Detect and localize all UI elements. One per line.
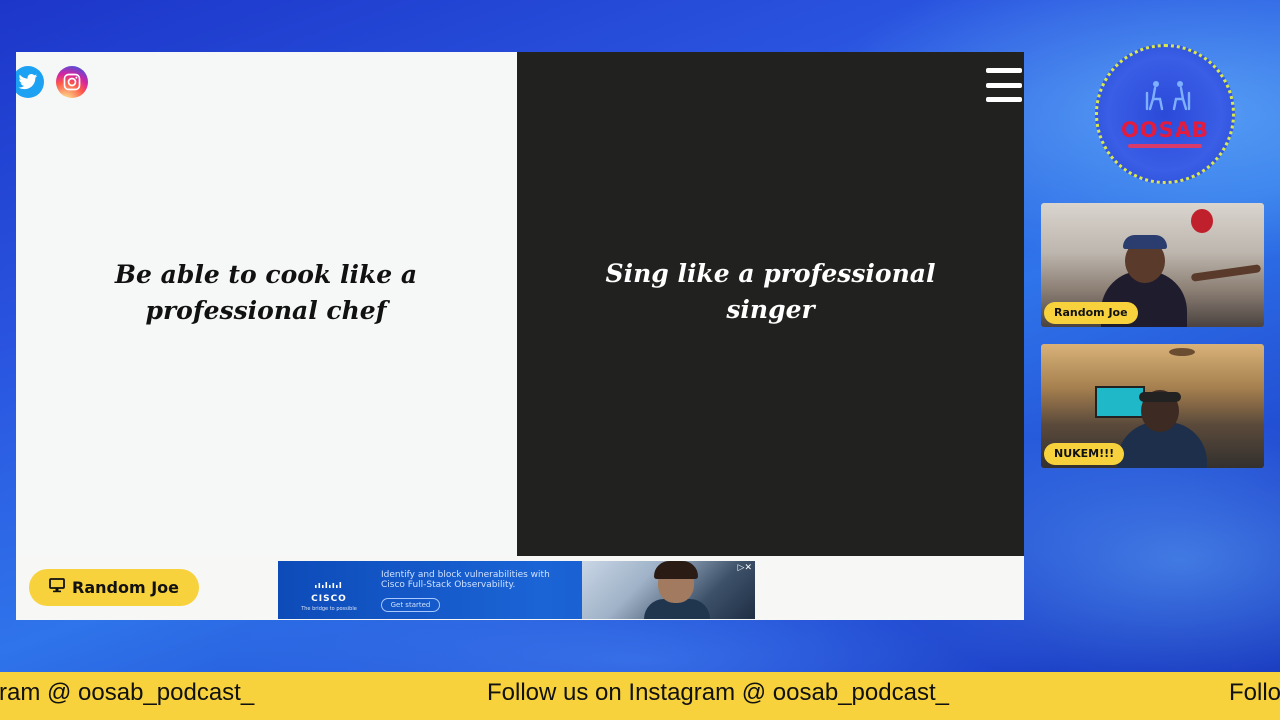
option-card-right[interactable]: Sing like a professional singer	[517, 52, 1024, 556]
camera-label-2: NUKEM!!!	[1044, 443, 1125, 465]
ad-brand: CISCO The bridge to possible	[294, 575, 364, 612]
camera-label-1: Random Joe	[1044, 302, 1138, 324]
two-chairs-people-icon	[1145, 81, 1191, 111]
ad-cta-button[interactable]: Get started	[381, 598, 440, 612]
logo-underline	[1128, 144, 1202, 148]
camera-feed-2: NUKEM!!!	[1041, 344, 1264, 468]
ad-banner[interactable]: CISCO The bridge to possible Identify an…	[278, 561, 755, 619]
cisco-logo-icon	[294, 575, 364, 594]
hamburger-menu-icon[interactable]	[986, 68, 1022, 102]
ad-choices-icon[interactable]: ▷✕	[738, 563, 752, 573]
screen-share-icon	[49, 578, 65, 597]
option-right-text: Sing like a professional singer	[605, 259, 936, 324]
ticker-bar: ram @ oosab_podcast_ Follow us on Instag…	[0, 672, 1280, 720]
game-stage: Be able to cook like a professional chef…	[16, 52, 1024, 620]
presenter-name-badge: Random Joe	[29, 569, 199, 606]
ad-brand-tagline: The bridge to possible	[301, 606, 357, 612]
ticker-text-main: Follow us on Instagram @ oosab_podcast_	[487, 679, 949, 706]
instagram-icon[interactable]	[56, 66, 88, 98]
ad-copy: Identify and block vulnerabilities with …	[381, 570, 550, 590]
option-card-left[interactable]: Be able to cook like a professional chef	[16, 52, 516, 556]
ad-photo	[582, 561, 755, 619]
camera-feed-1: Random Joe	[1041, 203, 1264, 327]
ad-brand-name: CISCO	[311, 594, 347, 604]
option-left-text: Be able to cook like a professional chef	[114, 260, 418, 325]
ticker-text-left: ram @ oosab_podcast_	[0, 679, 255, 706]
ticker-text-right: Follo	[1229, 679, 1280, 706]
oosab-logo: OOSAB	[1095, 44, 1235, 184]
presenter-bar: Random Joe CISCO The bridge to possible …	[16, 556, 1024, 620]
logo-text: OOSAB	[1120, 118, 1210, 142]
presenter-name: Random Joe	[72, 578, 179, 597]
